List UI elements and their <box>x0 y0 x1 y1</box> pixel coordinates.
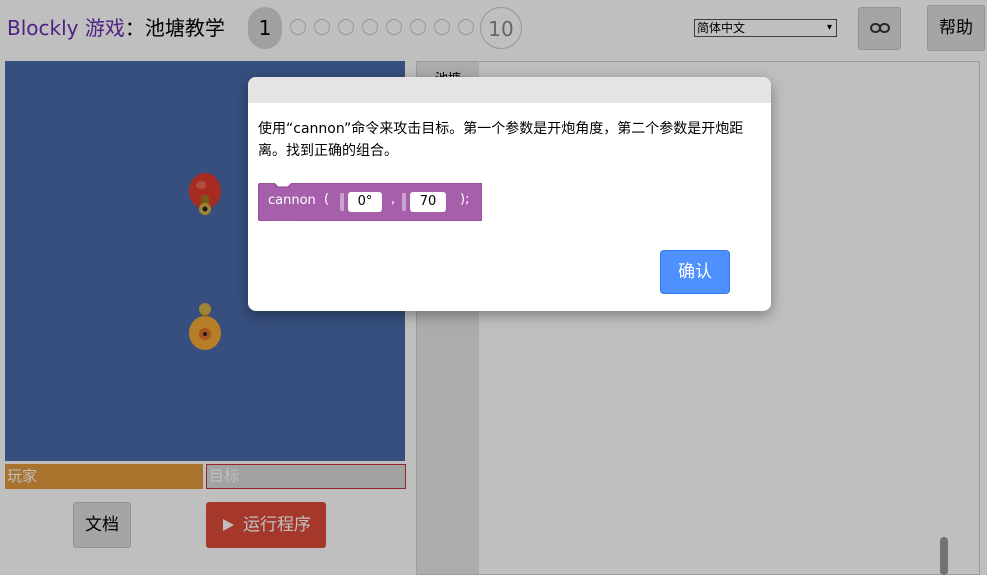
confirm-button[interactable]: 确认 <box>660 250 730 294</box>
cannon-close: ); <box>460 192 470 207</box>
cannon-block: cannon ( 0° , 70 ); <box>258 183 482 221</box>
cannon-comma: , <box>391 192 396 207</box>
cannon-block-name: cannon <box>268 193 316 208</box>
dialog-instruction: 使用“cannon”命令来攻击目标。第一个参数是开炮角度，第二个参数是开炮距离。… <box>258 121 744 159</box>
help-dialog: 使用“cannon”命令来攻击目标。第一个参数是开炮角度，第二个参数是开炮距离。… <box>248 77 771 311</box>
angle-field[interactable]: 0° <box>348 192 382 212</box>
distance-field[interactable]: 70 <box>410 192 446 212</box>
cannon-open-paren: ( <box>324 192 330 207</box>
dialog-titlebar[interactable] <box>248 77 771 103</box>
angle-value: 0 <box>357 194 366 209</box>
degree-sign: ° <box>365 194 373 209</box>
page: Blockly 游戏：池塘教学 1 10 简体中文 ▾ 帮助 玩家 目标 文档 … <box>0 0 987 575</box>
